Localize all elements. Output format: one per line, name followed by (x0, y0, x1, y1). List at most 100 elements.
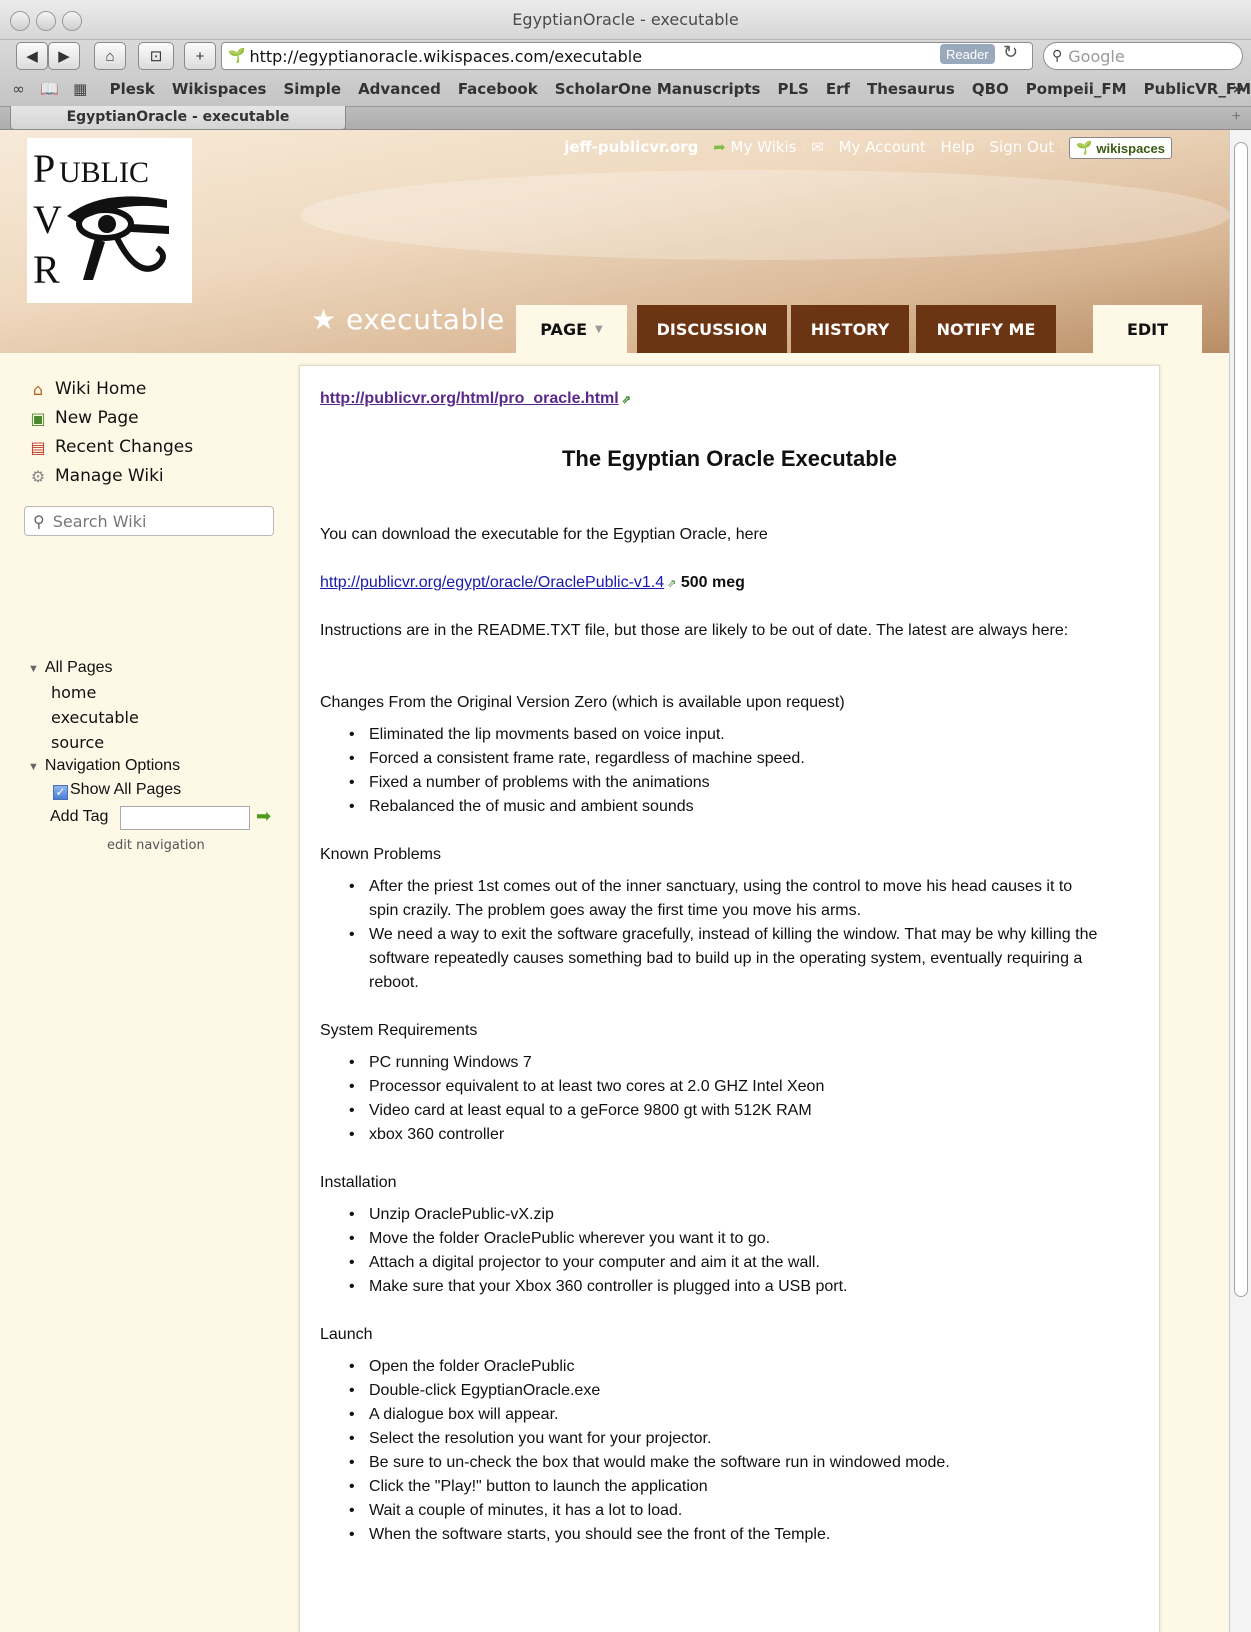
list-item: Unzip OraclePublic-vX.zip (349, 1203, 847, 1227)
list-item-line: spin crazily. The problem goes away the … (369, 902, 862, 919)
add-tag-label: Add Tag (50, 808, 109, 825)
sidebar-item-manage-wiki[interactable]: ⚙ Manage Wiki (27, 465, 164, 487)
sidebar-item-new-page[interactable]: ▣ New Page (27, 407, 139, 429)
show-all-pages-option[interactable]: ✓ Show All Pages (53, 781, 181, 800)
download-link[interactable]: http://publicvr.org/egypt/oracle/OracleP… (320, 574, 664, 591)
bookmark-qbo[interactable]: QBO (972, 80, 1009, 98)
bookmark-pls[interactable]: PLS (777, 80, 808, 98)
top-sites-icon[interactable]: ▦ (68, 80, 93, 98)
search-icon: ⚲ (1052, 48, 1063, 64)
download-size: 500 meg (680, 574, 745, 591)
bookmark-simple[interactable]: Simple (283, 80, 341, 98)
problems-heading: Known Problems (320, 846, 441, 863)
page-link-executable[interactable]: executable (51, 708, 139, 727)
reload-icon[interactable]: ↻ (1003, 42, 1018, 63)
list-item: Video card at least equal to a geForce 9… (349, 1099, 824, 1123)
list-item: We need a way to exit the software grace… (349, 923, 1097, 995)
list-item-line: We need a way to exit the software grace… (369, 926, 1098, 943)
installation-heading: Installation (320, 1174, 397, 1191)
sidebar-item-label: Recent Changes (55, 437, 194, 457)
nav-separator: · (703, 138, 709, 156)
back-button[interactable]: ◀ (16, 42, 48, 70)
address-url: http://egyptianoracle.wikispaces.com/exe… (249, 46, 643, 66)
page-link-source[interactable]: source (51, 733, 104, 752)
my-account-link[interactable]: My Account (839, 138, 926, 156)
problems-list: After the priest 1st comes out of the in… (349, 875, 1097, 995)
search-wiki-placeholder: Search Wiki (52, 511, 147, 531)
content-title: The Egyptian Oracle Executable (561, 446, 897, 471)
add-bookmark-icon[interactable]: ⊡ (138, 42, 174, 70)
username-link[interactable]: jeff-publicvr.org (564, 138, 698, 156)
tab-page[interactable]: PAGE ▼ (516, 305, 627, 353)
pro-oracle-link[interactable]: http://publicvr.org/html/pro_oracle.html (320, 390, 619, 407)
new-tab-icon[interactable]: + (1232, 108, 1241, 126)
list-item: Processor equivalent to at least two cor… (349, 1075, 824, 1099)
sidebar-item-recent-changes[interactable]: ▤ Recent Changes (27, 436, 193, 458)
publicvr-logo[interactable]: P UBLIC V R (27, 138, 192, 303)
sidebar-item-label: New Page (55, 408, 139, 428)
bookmark-pompeii-fm[interactable]: Pompeii_FM (1026, 80, 1127, 98)
arrow-right-icon[interactable]: ➡ (256, 806, 271, 827)
sign-out-link[interactable]: Sign Out (990, 138, 1055, 156)
bookmarks-book-icon[interactable]: 📖 (37, 80, 62, 98)
tab-page-label: PAGE (540, 319, 587, 339)
bookmark-thesaurus[interactable]: Thesaurus (867, 80, 955, 98)
bookmark-erf[interactable]: Erf (826, 80, 850, 98)
wikispaces-badge[interactable]: 🌱 wikispaces (1069, 137, 1172, 159)
instructions-text: Instructions are in the README.TXT file,… (320, 622, 1069, 639)
tab-notify-me[interactable]: NOTIFY ME (916, 305, 1056, 353)
navigation-options-toggle[interactable]: ▼ Navigation Options (28, 757, 180, 775)
calendar-icon: ▤ (30, 437, 46, 457)
svg-text:V: V (33, 197, 62, 242)
bookmark-wikispaces[interactable]: Wikispaces (172, 80, 267, 98)
wikispaces-badge-label: wikispaces (1096, 140, 1165, 156)
list-item: Open the folder OraclePublic (349, 1355, 950, 1379)
list-item-line: reboot. (369, 974, 419, 991)
tab-edit[interactable]: EDIT (1093, 305, 1202, 353)
bookmark-advanced[interactable]: Advanced (358, 80, 441, 98)
help-link[interactable]: Help (941, 138, 975, 156)
bookmarks-bar: ∞ 📖 ▦ Plesk Wikispaces Simple Advanced F… (0, 73, 1251, 105)
list-item-line: software repeatedly causes something bad… (369, 950, 1083, 967)
requirements-heading: System Requirements (320, 1022, 478, 1039)
show-all-pages-checkbox[interactable]: ✓ (53, 785, 68, 800)
sidebar-item-wiki-home[interactable]: ⌂ Wiki Home (27, 378, 146, 400)
search-wiki-input[interactable]: ⚲ Search Wiki (24, 506, 274, 536)
search-input[interactable]: ⚲ Google (1043, 42, 1243, 70)
reader-button[interactable]: Reader (940, 44, 995, 64)
edit-navigation-link[interactable]: edit navigation (107, 838, 205, 853)
bookmark-plesk[interactable]: Plesk (110, 80, 155, 98)
gear-icon: ⚙ (30, 466, 46, 486)
bookmark-facebook[interactable]: Facebook (458, 80, 538, 98)
tab-discussion[interactable]: DISCUSSION (637, 305, 787, 353)
vertical-scrollbar[interactable] (1229, 130, 1251, 1632)
add-tag-input[interactable] (120, 806, 250, 830)
add-button[interactable]: + (184, 42, 216, 70)
browser-toolbar: ◀ ▶ ⌂ ⊡ + 🌱 http://egyptianoracle.wikisp… (0, 40, 1251, 106)
header-wave-decoration (300, 170, 1229, 260)
page-content: http://publicvr.org/html/pro_oracle.html… (299, 365, 1160, 1632)
all-pages-toggle[interactable]: ▼ All Pages (28, 659, 112, 677)
nav-separator: · (801, 138, 807, 156)
list-item-line: After the priest 1st comes out of the in… (369, 878, 1073, 895)
tab-history[interactable]: HISTORY (791, 305, 909, 353)
browser-tab[interactable]: EgyptianOracle - executable (10, 106, 346, 130)
home-icon[interactable]: ⌂ (94, 42, 126, 70)
launch-heading: Launch (320, 1326, 373, 1343)
list-item: Rebalanced the of music and ambient soun… (349, 795, 805, 819)
more-bookmarks-icon[interactable]: » (1233, 79, 1243, 98)
address-bar[interactable]: 🌱 http://egyptianoracle.wikispaces.com/e… (221, 42, 1033, 70)
scrollbar-thumb[interactable] (1234, 142, 1248, 1297)
forward-button[interactable]: ▶ (48, 42, 80, 70)
page-title: ★ executable (311, 303, 505, 336)
list-item: xbox 360 controller (349, 1123, 824, 1147)
bookmark-scholarone[interactable]: ScholarOne Manuscripts (555, 80, 761, 98)
navigation-options-label: Navigation Options (44, 757, 181, 774)
page-link-home[interactable]: home (51, 683, 96, 702)
list-item: Forced a consistent frame rate, regardle… (349, 747, 805, 771)
external-link-icon: ⇗ (621, 394, 631, 406)
changes-heading: Changes From the Original Version Zero (… (320, 694, 845, 711)
reading-list-icon[interactable]: ∞ (6, 80, 31, 98)
list-item: Double-click EgyptianOracle.exe (349, 1379, 950, 1403)
my-wikis-link[interactable]: My Wikis (731, 138, 797, 156)
